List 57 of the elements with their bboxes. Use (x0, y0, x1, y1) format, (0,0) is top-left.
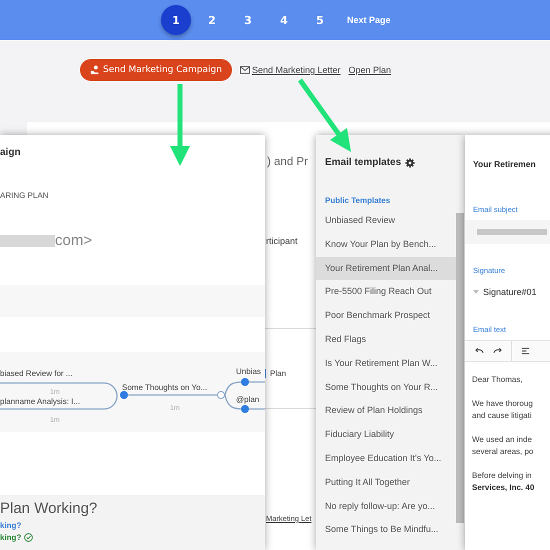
send-campaign-button[interactable]: Send Marketing Campaign (80, 59, 232, 81)
blurred-email (0, 234, 55, 246)
template-item[interactable]: Review of Plan Holdings (316, 399, 456, 424)
email-text-line: We used an inde (472, 434, 533, 446)
status-text: king? (0, 533, 22, 542)
person-icon (90, 65, 100, 75)
plan-subtitle: ARING PLAN (0, 191, 48, 200)
flow-branch (224, 381, 265, 410)
email-address: com> (55, 232, 92, 249)
page-button[interactable]: 1 (161, 5, 191, 35)
window-title: aign (0, 147, 21, 158)
signature-select[interactable]: Signature#01 (483, 287, 537, 297)
participant-label: rticipant (266, 236, 298, 246)
scrollbar[interactable] (456, 213, 464, 523)
window-title: Your Retiremen (472, 158, 537, 169)
redo-icon[interactable] (493, 347, 502, 355)
page-heading: ) and Pr (267, 156, 308, 168)
template-item[interactable]: Know Your Plan by Bench... (316, 232, 456, 257)
flow-step-label: @plan (236, 395, 260, 404)
email-text-line: several areas, po (472, 446, 534, 458)
undo-icon[interactable] (475, 347, 484, 355)
template-item[interactable]: Unbiased Review (316, 209, 456, 233)
send-letter-link[interactable]: Send Marketing Letter (240, 65, 341, 75)
template-item[interactable]: No reply follow-up: Are yo... (316, 494, 456, 518)
template-item[interactable]: Some Things to Be Mindfu... (316, 518, 456, 542)
footer-link[interactable]: king? (0, 521, 22, 530)
settings-icon[interactable] (405, 158, 416, 168)
subject-field[interactable] (465, 220, 550, 244)
template-item[interactable]: Red Flags (316, 328, 456, 352)
template-item[interactable]: Your Retirement Plan Anal... (316, 256, 456, 280)
caret-icon (473, 290, 479, 294)
template-item[interactable]: Employee Education It's Yo... (316, 446, 456, 471)
email-text-line: and cause litigati (472, 410, 533, 422)
flow-step-label: Unbias (236, 367, 261, 376)
template-item[interactable]: Pre-5500 Filing Reach Out (316, 280, 456, 304)
template-item[interactable]: Is Your Retirement Plan W... (316, 352, 456, 376)
flow-step-label: Some Thoughts on Yo... (122, 383, 208, 392)
email-text-line: Services, Inc. 40 (472, 482, 536, 494)
flow-step-label: planname Analysis: I... (0, 397, 80, 406)
open-plan-link[interactable]: Open Plan (348, 65, 392, 75)
template-item[interactable]: Some Thoughts on Your R... (316, 376, 456, 400)
flow-step-label: biased Review for ... (0, 369, 72, 378)
envelope-icon (240, 66, 250, 74)
flow-split-node (217, 391, 225, 399)
footer-heading: Plan Working? (0, 500, 98, 517)
email-text-line: We have thoroug (472, 398, 534, 410)
template-item[interactable]: Putting It All Together (316, 470, 456, 495)
email-text-line: Dear Thomas, (472, 374, 524, 386)
email-text-line: Before delving in (472, 470, 533, 482)
flow-node-dot (120, 391, 128, 399)
flow-node-dot (241, 405, 249, 413)
template-item[interactable]: Poor Benchmark Prospect (316, 304, 456, 328)
window-title: Email templates (325, 157, 402, 168)
flow-node-dot (241, 378, 249, 386)
align-left-icon[interactable] (521, 347, 530, 355)
template-item[interactable]: Fiduciary Liability (316, 423, 456, 447)
section-heading: Public Templates (324, 195, 392, 205)
